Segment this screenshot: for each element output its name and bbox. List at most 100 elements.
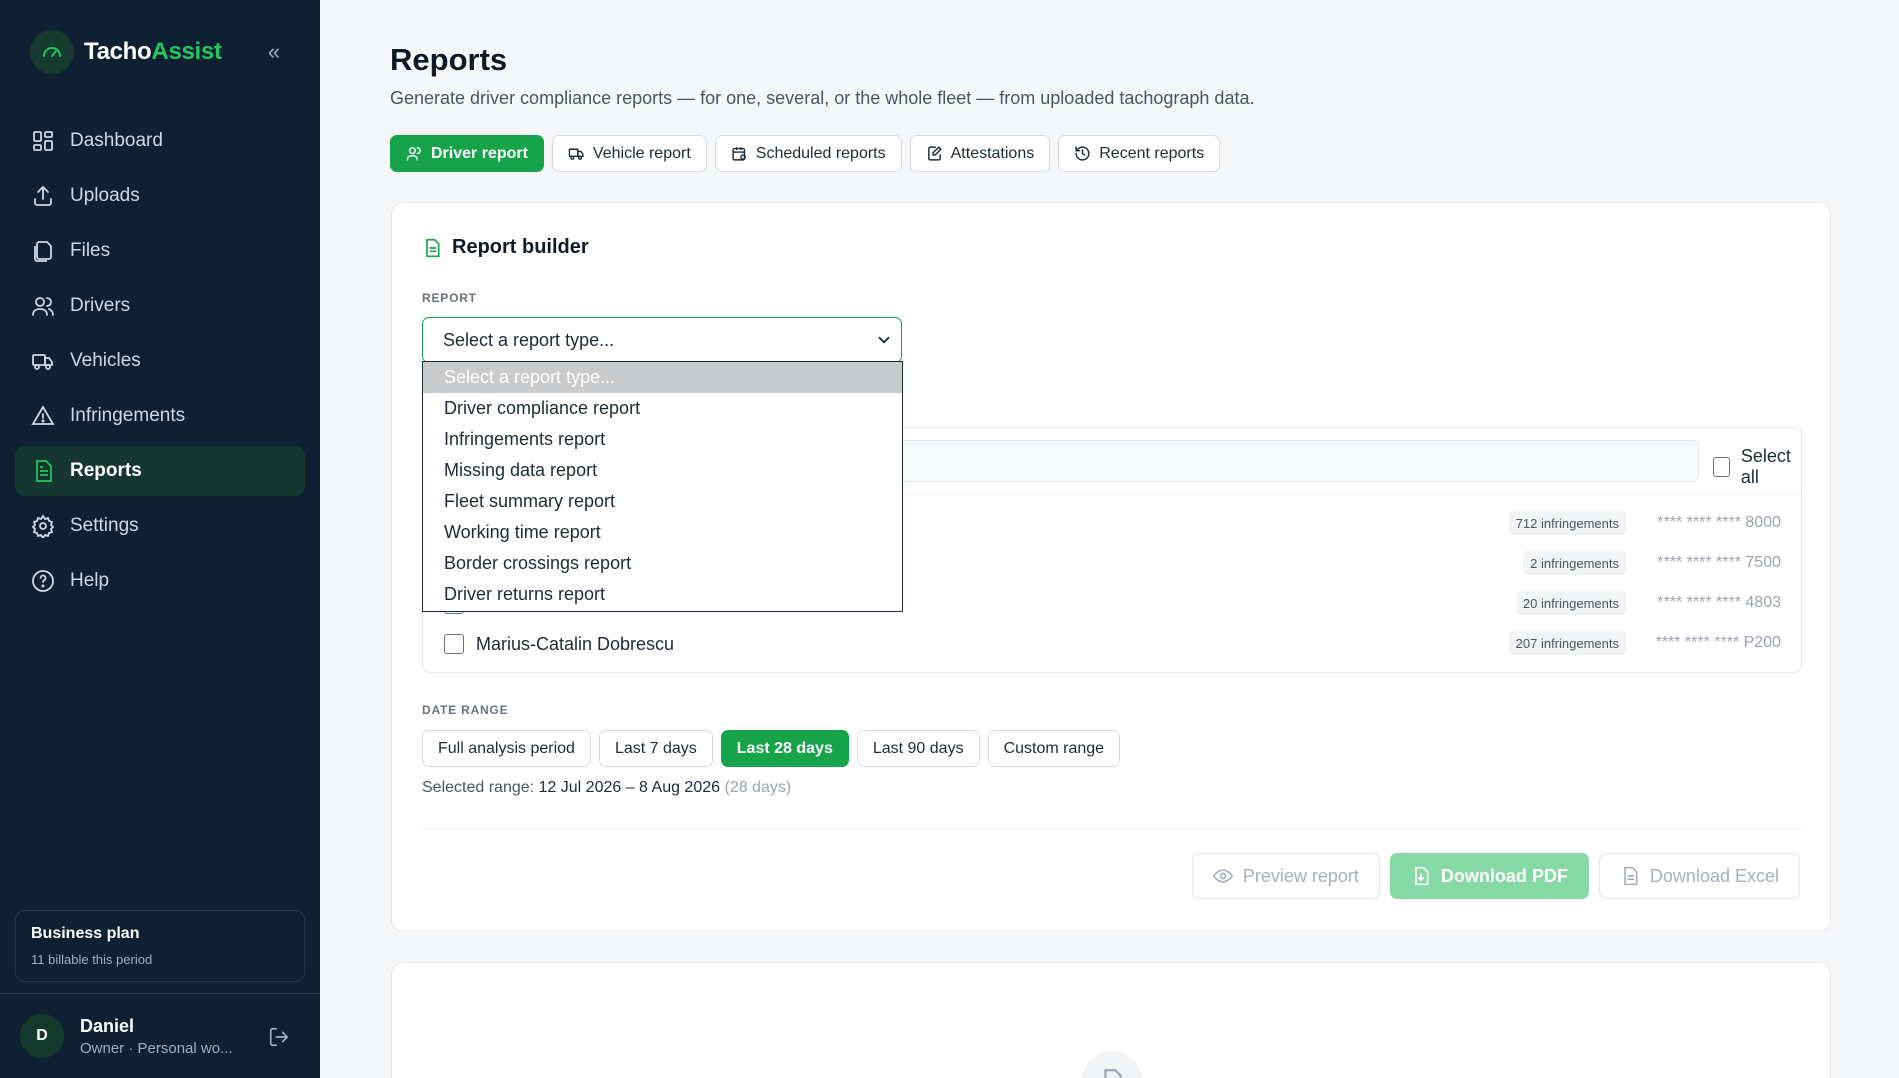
driver-card-number: **** **** **** 4803 [1657,594,1781,611]
driver-row[interactable]: Marius-Catalin Dobrescu 207 infringement… [423,624,1801,664]
download-excel-label: Download Excel [1649,865,1779,886]
date-option-full-period[interactable]: Full analysis period [422,730,591,767]
collapse-sidebar-icon[interactable]: « [262,39,286,64]
infringement-badge: 207 infringements [1508,631,1626,655]
sidebar-item-label: Reports [70,460,142,481]
sidebar-item-files[interactable]: Files [15,226,305,276]
driver-checkbox[interactable] [444,634,464,654]
dropdown-option[interactable]: Driver returns report [423,579,902,610]
eye-icon [1212,866,1233,886]
infringement-badge: 20 infringements [1515,591,1626,615]
upload-icon [30,183,56,209]
download-pdf-button[interactable]: Download PDF [1389,853,1589,899]
date-option-last-7-days[interactable]: Last 7 days [598,730,713,767]
tab-recent-reports[interactable]: Recent reports [1058,135,1221,172]
brand-name-part2: Assist [151,38,222,65]
avatar: D [20,1014,64,1058]
sidebar-item-reports[interactable]: Reports [15,446,305,496]
sidebar-item-label: Settings [70,515,139,536]
sidebar-item-help[interactable]: Help [15,556,305,606]
tab-label: Attestations [950,144,1035,162]
preview-report-label: Preview report [1242,865,1359,886]
dropdown-option[interactable]: Missing data report [423,455,902,486]
sidebar-item-vehicles[interactable]: Vehicles [15,336,305,386]
chevron-down-icon [875,331,893,349]
sidebar-item-settings[interactable]: Settings [15,501,305,551]
tab-vehicle-report[interactable]: Vehicle report [551,135,707,172]
sidebar-item-label: Uploads [70,185,140,206]
sidebar-item-drivers[interactable]: Drivers [15,281,305,331]
brand-name-part1: Tacho [84,38,152,65]
history-icon [1074,145,1092,163]
report-type-select-value: Select a report type... [443,329,615,350]
tab-driver-report[interactable]: Driver report [390,135,544,172]
date-option-last-90-days[interactable]: Last 90 days [856,730,980,767]
gauge-logo-icon [30,30,74,74]
infringement-badge: 2 infringements [1523,551,1626,575]
report-type-select[interactable]: Select a report type... [422,317,902,363]
brand[interactable]: TachoAssist [30,30,222,74]
sidebar-item-label: Files [70,240,111,261]
calendar-clock-icon [731,145,749,163]
sidebar: TachoAssist « Dashboard Uploads Files Dr… [0,0,320,1078]
logout-icon[interactable] [268,1026,290,1048]
gear-icon [30,513,56,539]
plan-title: Business plan [31,925,140,942]
dropdown-option[interactable]: Select a report type... [423,362,902,393]
driver-name: Marius-Catalin Dobrescu [476,634,675,654]
sidebar-item-label: Infringements [70,405,186,426]
date-option-custom-range[interactable]: Custom range [987,730,1121,767]
sidebar-nav: Dashboard Uploads Files Drivers Vehicles… [15,116,305,611]
report-builder-title: Report builder [452,236,589,258]
sidebar-item-infringements[interactable]: Infringements [15,391,305,441]
select-all-label: Select all [1740,446,1791,487]
user-profile[interactable]: D Daniel Owner · Personal wo... [0,993,320,1078]
files-icon [30,238,56,264]
sidebar-item-label: Dashboard [70,130,163,151]
dropdown-option[interactable]: Working time report [423,517,902,548]
dropdown-option[interactable]: Border crossings report [423,548,902,579]
sidebar-item-label: Vehicles [70,350,141,371]
sidebar-item-uploads[interactable]: Uploads [15,171,305,221]
dropdown-option[interactable]: Fleet summary report [423,486,902,517]
driver-card-number: **** **** **** 7500 [1657,554,1781,571]
report-type-dropdown-list: Select a report type... Driver complianc… [422,361,903,612]
user-role: Owner · Personal wo... [80,1039,233,1057]
sidebar-item-label: Help [70,570,110,591]
report-builder-header: Report builder [422,236,589,259]
help-icon [30,568,56,594]
date-range-options: Full analysis period Last 7 days Last 28… [422,730,1121,767]
page-title: Reports [390,42,508,77]
tab-label: Driver report [431,144,528,162]
preview-report-button[interactable]: Preview report [1191,853,1380,899]
download-excel-button[interactable]: Download Excel [1598,853,1800,899]
report-placeholder-icon [1082,1051,1142,1078]
sidebar-item-dashboard[interactable]: Dashboard [15,116,305,166]
tab-scheduled-reports[interactable]: Scheduled reports [714,135,902,172]
page-subtitle: Generate driver compliance reports — for… [390,88,1255,108]
divider [422,828,1802,829]
file-edit-icon [926,145,944,163]
tab-label: Scheduled reports [755,144,886,162]
tab-label: Recent reports [1099,144,1205,162]
selected-range-prefix: Selected range: [422,779,535,796]
checkbox[interactable] [1713,457,1730,477]
plan-card[interactable]: Business plan 11 billable this period [15,910,305,982]
date-range-label: DATE RANGE [422,703,509,717]
users-icon [406,145,424,163]
report-icon [422,238,442,258]
report-icon [30,458,56,484]
dropdown-option[interactable]: Infringements report [423,424,902,455]
date-option-last-28-days[interactable]: Last 28 days [720,730,849,767]
dropdown-option[interactable]: Driver compliance report [423,393,902,424]
driver-card-number: **** **** **** 8000 [1657,514,1781,531]
select-all-checkbox[interactable]: Select all [1713,446,1801,488]
user-name: Daniel [80,1015,135,1036]
selected-range: Selected range: 12 Jul 2026 – 8 Aug 2026… [422,779,791,797]
report-actions: Preview report Download PDF Download Exc… [1191,853,1800,899]
tab-attestations[interactable]: Attestations [909,135,1051,172]
report-tabs: Driver report Vehicle report Scheduled r… [390,135,1221,172]
sidebar-item-label: Drivers [70,295,131,316]
infringement-badge: 712 infringements [1508,511,1626,535]
tab-label: Vehicle report [592,144,691,162]
